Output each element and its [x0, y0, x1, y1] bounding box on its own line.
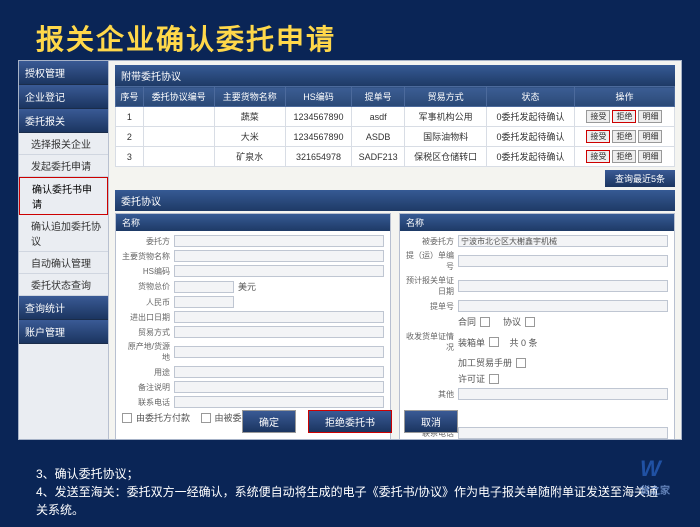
col-trade: 贸易方式 — [405, 87, 487, 107]
col-bill: 提单号 — [352, 87, 405, 107]
sidebar-item-confirm-add[interactable]: 确认追加委托协议 — [19, 215, 108, 252]
ops-cell: 接受拒绝明细 — [574, 147, 674, 167]
accept-button[interactable]: 接受 — [586, 110, 610, 123]
remark-input[interactable] — [174, 381, 384, 393]
table-header-row: 序号 委托协议编号 主要货物名称 HS编码 提单号 贸易方式 状态 操作 — [116, 87, 675, 107]
slide-notes: 3、确认委托协议； 4、发送至海关：委托双方一经确认，系统便自动将生成的电子《委… — [36, 465, 664, 519]
pay-by-agent-checkbox[interactable] — [201, 413, 211, 423]
sidebar-section-register[interactable]: 企业登记 — [19, 85, 108, 109]
watermark: W货之家 — [640, 456, 670, 497]
detail-button[interactable]: 明细 — [638, 150, 662, 163]
reject-delegation-button[interactable]: 拒绝委托书 — [308, 410, 392, 433]
col-no: 委托协议编号 — [143, 87, 214, 107]
total-input[interactable] — [174, 281, 234, 293]
bl-input[interactable] — [458, 255, 668, 267]
note-line-4: 4、发送至海关：委托双方一经确认，系统便自动将生成的电子《委托书/协议》作为电子… — [36, 483, 664, 519]
table-row: 3矿泉水321654978SADF213保税区仓储转口0委托发起待确认 接受拒绝… — [116, 147, 675, 167]
note-line-3: 3、确认委托协议； — [36, 465, 664, 483]
sidebar-section-query[interactable]: 查询统计 — [19, 296, 108, 320]
manual-checkbox[interactable] — [516, 358, 526, 368]
license-checkbox[interactable] — [489, 374, 499, 384]
other-input[interactable] — [458, 388, 668, 400]
phone-input[interactable] — [174, 396, 384, 408]
sidebar-section-auth[interactable]: 授权管理 — [19, 61, 108, 85]
app-window: 授权管理 企业登记 委托报关 选择报关企业 发起委托申请 确认委托书申请 确认追… — [18, 60, 682, 440]
sidebar-item-status[interactable]: 委托状态查询 — [19, 274, 108, 296]
ops-cell: 接受拒绝明细 — [574, 127, 674, 147]
right-panel: 名称 被委托方宁波市北仑区大榭鑫宇机械 提（运）单编号 预计报关单证日期 提单号… — [399, 213, 675, 439]
sidebar: 授权管理 企业登记 委托报关 选择报关企业 发起委托申请 确认委托书申请 确认追… — [19, 61, 109, 439]
goods-input[interactable] — [174, 250, 384, 262]
est-date-input[interactable] — [458, 280, 668, 292]
use-input[interactable] — [174, 366, 384, 378]
origin-input[interactable] — [174, 346, 384, 358]
agreement-checkbox[interactable] — [525, 317, 535, 327]
panels-header: 委托协议 — [115, 190, 675, 211]
reject-button[interactable]: 拒绝 — [612, 110, 636, 123]
col-seq: 序号 — [116, 87, 144, 107]
reject-button[interactable]: 拒绝 — [612, 130, 636, 143]
action-buttons: 确定 拒绝委托书 取消 — [242, 410, 458, 433]
sidebar-item-auto[interactable]: 自动确认管理 — [19, 252, 108, 274]
ok-button[interactable]: 确定 — [242, 410, 296, 433]
agent-input[interactable]: 宁波市北仑区大榭鑫宇机械 — [458, 235, 668, 247]
query-recent-button[interactable]: 查询最近5条 — [605, 170, 675, 187]
date-input[interactable] — [174, 311, 384, 323]
trade-input[interactable] — [174, 326, 384, 338]
detail-button[interactable]: 明细 — [638, 130, 662, 143]
sidebar-section-account[interactable]: 账户管理 — [19, 320, 108, 344]
ops-cell: 接受拒绝明细 — [574, 107, 674, 127]
right-panel-header: 名称 — [400, 214, 674, 231]
pay-by-consignor-checkbox[interactable] — [122, 413, 132, 423]
agent-phone-input[interactable] — [458, 427, 668, 439]
rmb-input[interactable] — [174, 296, 234, 308]
sidebar-item-confirm-req[interactable]: 确认委托书申请 — [19, 177, 108, 215]
table-row: 2大米1234567890ASDB国际油物料0委托发起待确认 接受拒绝明细 — [116, 127, 675, 147]
accept-button[interactable]: 接受 — [586, 130, 610, 143]
contract-checkbox[interactable] — [480, 317, 490, 327]
delegation-table: 序号 委托协议编号 主要货物名称 HS编码 提单号 贸易方式 状态 操作 1蔬菜… — [115, 86, 675, 167]
left-panel: 名称 委托方 主要货物名称 HS编码 货物总价美元 人民币 进出口日期 贸易方式… — [115, 213, 391, 439]
cancel-button[interactable]: 取消 — [404, 410, 458, 433]
col-goods: 主要货物名称 — [214, 87, 285, 107]
col-hs: HS编码 — [285, 87, 351, 107]
col-status: 状态 — [487, 87, 575, 107]
left-panel-header: 名称 — [116, 214, 390, 231]
col-ops: 操作 — [574, 87, 674, 107]
accept-button[interactable]: 接受 — [586, 150, 610, 163]
hs-input[interactable] — [174, 265, 384, 277]
main-area: 附带委托协议 序号 委托协议编号 主要货物名称 HS编码 提单号 贸易方式 状态… — [109, 61, 681, 439]
section-header: 附带委托协议 — [115, 65, 675, 86]
table-row: 1蔬菜1234567890asdf军事机构公用0委托发起待确认 接受拒绝明细 — [116, 107, 675, 127]
packing-checkbox[interactable] — [489, 337, 499, 347]
reject-button[interactable]: 拒绝 — [612, 150, 636, 163]
docno-input[interactable] — [458, 300, 668, 312]
detail-button[interactable]: 明细 — [638, 110, 662, 123]
sidebar-item-select-co[interactable]: 选择报关企业 — [19, 133, 108, 155]
sidebar-item-create-req[interactable]: 发起委托申请 — [19, 155, 108, 177]
sidebar-section-delegate[interactable]: 委托报关 — [19, 109, 108, 133]
consignor-input[interactable] — [174, 235, 384, 247]
